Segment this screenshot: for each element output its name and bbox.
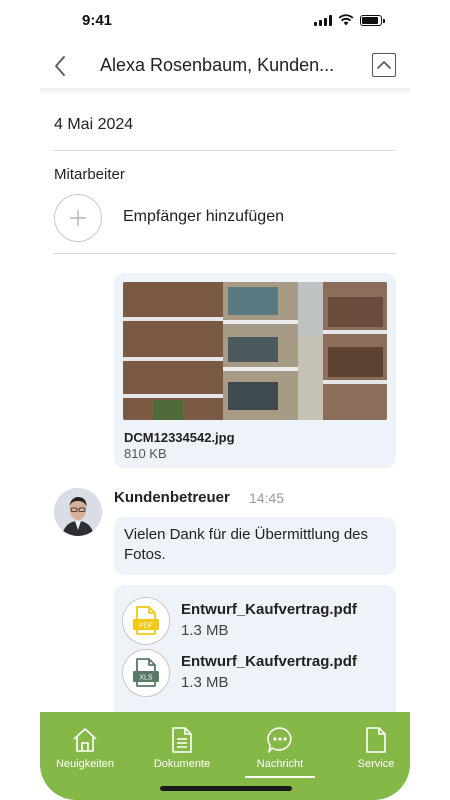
tab-label: Service: [357, 758, 395, 770]
file-item[interactable]: XLS Entwurf_Kaufvertrag.pdf 1.3 MB: [122, 649, 388, 699]
file-item[interactable]: PDF Entwurf_Kaufvertrag.pdf 1.3 MB: [122, 597, 388, 647]
wifi-icon: [338, 14, 354, 26]
message-time: 14:45: [249, 490, 285, 506]
tab-label: Dokumente: [153, 758, 211, 770]
file-attachments-bubble: PDF Entwurf_Kaufvertrag.pdf 1.3 MB XLS E…: [114, 585, 396, 725]
header-shadow: [40, 88, 410, 94]
attachment-file-size: 810 KB: [124, 446, 167, 461]
chevron-up-icon: [377, 61, 391, 69]
document-icon: [168, 726, 196, 754]
pdf-file-icon: PDF: [122, 597, 170, 645]
file-type-badge: XLS: [139, 675, 153, 682]
xls-file-icon: XLS: [122, 649, 170, 697]
add-recipient-label[interactable]: Empfänger hinzufügen: [123, 208, 284, 226]
conversation-title: Alexa Rosenbaum, Kunden...: [100, 55, 335, 75]
file-type-badge: PDF: [139, 623, 153, 630]
signal-icon: [314, 14, 332, 26]
status-time: 9:41: [82, 12, 113, 29]
building-photo-image: [123, 282, 387, 420]
divider: [54, 253, 396, 254]
file-size: 1.3 MB: [181, 622, 229, 639]
person-avatar-image: [54, 488, 102, 536]
building-photo[interactable]: [123, 282, 387, 420]
tab-neuigkeiten[interactable]: Neuigkeiten: [45, 726, 125, 776]
plus-icon: [70, 210, 86, 226]
back-button[interactable]: [50, 52, 70, 80]
status-icons: [314, 14, 385, 26]
status-bar: 9:41: [40, 0, 410, 44]
home-indicator: [160, 786, 292, 791]
tab-nachricht[interactable]: Nachricht: [240, 726, 320, 776]
sender-avatar: [54, 488, 102, 536]
attachment-file-name: DCM12334542.jpg: [124, 430, 235, 445]
chat-icon: [266, 726, 294, 754]
tab-label: Nachricht: [256, 758, 304, 770]
conversation-date: 4 Mai 2024: [54, 116, 134, 133]
tab-dokumente[interactable]: Dokumente: [142, 726, 222, 776]
photo-attachment-bubble[interactable]: DCM12334542.jpg 810 KB: [114, 273, 396, 468]
battery-icon: [360, 14, 385, 26]
file-name: Entwurf_Kaufvertrag.pdf: [181, 653, 357, 670]
file-icon: [362, 726, 390, 754]
header-bar: Alexa Rosenbaum, Kunden...: [40, 44, 410, 88]
tab-service[interactable]: Service: [336, 726, 410, 776]
message-sender: Kundenbetreuer: [114, 489, 230, 506]
add-recipient-button[interactable]: [54, 194, 102, 242]
phone-screen: 9:41 Alexa Rosenbaum, Kunden... 4 Mai 20…: [40, 0, 410, 800]
file-size: 1.3 MB: [181, 674, 229, 691]
active-tab-indicator: [245, 776, 315, 778]
tab-label: Neuigkeiten: [55, 758, 115, 770]
divider: [54, 150, 396, 151]
home-icon: [71, 726, 99, 754]
chevron-left-icon: [55, 56, 65, 76]
message-bubble: Vielen Dank für die Übermittlung des Fot…: [114, 517, 396, 575]
recipients-label: Mitarbeiter: [54, 166, 125, 183]
collapse-button[interactable]: [372, 53, 396, 77]
file-name: Entwurf_Kaufvertrag.pdf: [181, 601, 357, 618]
message-text: Vielen Dank für die Übermittlung des Fot…: [124, 526, 369, 563]
